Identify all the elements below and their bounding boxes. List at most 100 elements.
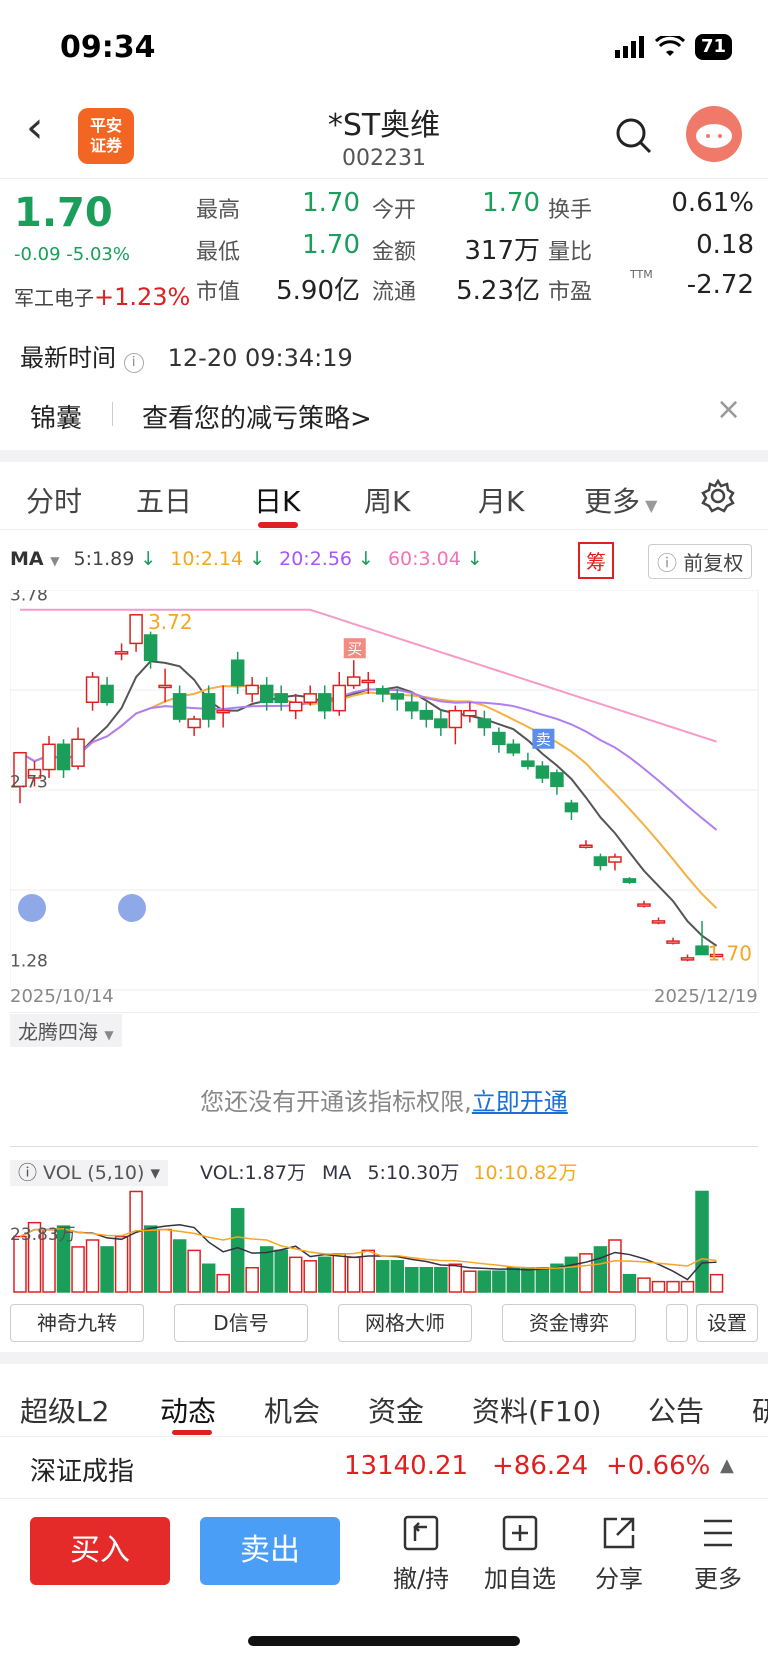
volume-bar	[390, 1260, 405, 1293]
candle-body	[347, 676, 361, 687]
indicator-selector[interactable]: 龙腾四海 ▼	[10, 1014, 122, 1047]
volume-bar	[274, 1249, 288, 1293]
indicator-settings-button[interactable]: 设置	[696, 1304, 758, 1342]
add-watchlist-button[interactable]: 加自选	[480, 1513, 560, 1594]
y-tick-label: 1.28	[10, 952, 48, 972]
tab-funds[interactable]: 资金	[368, 1390, 424, 1430]
chip-button[interactable]: 筹	[578, 542, 614, 579]
tab-monthly-k[interactable]: 月K	[478, 480, 524, 520]
candle-body	[651, 920, 666, 924]
quote-label: 量比	[548, 240, 593, 265]
candle-body	[463, 709, 477, 717]
volume-bar	[347, 1256, 361, 1293]
candle-body	[245, 684, 259, 695]
candle-body	[114, 651, 129, 655]
candle-body	[56, 743, 71, 771]
candle-body	[332, 684, 346, 712]
indicator-button-grid[interactable]: 网格大师	[338, 1304, 472, 1342]
tab-research[interactable]: 研	[752, 1390, 768, 1430]
settings-gear-icon[interactable]	[700, 478, 736, 514]
candle-body	[317, 693, 332, 712]
candle-body	[419, 709, 434, 720]
current-price: 1.70	[14, 190, 113, 236]
indicator-lock-text: 您还没有开通该指标权限,立即开通	[200, 1088, 568, 1116]
candle-body	[187, 718, 201, 729]
ma-selector[interactable]: MA ▼	[10, 548, 59, 570]
candle-body	[695, 945, 709, 956]
tab-fenshi[interactable]: 分时	[26, 480, 82, 520]
candle-body	[506, 743, 521, 754]
volume-bar	[419, 1266, 434, 1293]
candle-body	[608, 856, 622, 863]
cancel-hold-button[interactable]: 撤/持	[381, 1513, 461, 1594]
volume-bar	[172, 1239, 187, 1293]
wifi-icon	[654, 36, 685, 56]
quote-value: 5.23亿	[456, 276, 540, 306]
volume-bar	[434, 1266, 448, 1293]
candle-body	[303, 693, 317, 704]
tab-weekly-k[interactable]: 周K	[364, 480, 410, 520]
volume-bar	[637, 1277, 651, 1293]
sell-button[interactable]: 卖出	[200, 1517, 340, 1585]
indicator-button-capital[interactable]: 资金博弈	[502, 1304, 636, 1342]
sector-change[interactable]: 军工电子+1.23%	[14, 282, 190, 311]
quote-label: 最高	[196, 198, 241, 223]
candle-body	[259, 684, 274, 704]
volume-bar	[332, 1253, 346, 1293]
volume-bar	[376, 1260, 390, 1293]
volume-bar	[158, 1228, 172, 1293]
info-icon: i	[123, 353, 144, 373]
volume-bar	[114, 1235, 129, 1293]
volume-bar	[564, 1256, 579, 1293]
candle-body	[579, 844, 593, 848]
volume-bar	[100, 1246, 114, 1293]
tab-announcement[interactable]: 公告	[648, 1390, 704, 1430]
index-ticker[interactable]: 深证成指 13140.21 +86.24 +0.66% ▲	[0, 1436, 768, 1498]
indicator-button-hidden[interactable]	[666, 1304, 688, 1342]
tab-opportunity[interactable]: 机会	[264, 1390, 320, 1430]
quote-label: 今开	[372, 198, 417, 223]
volume-bar	[216, 1273, 230, 1293]
search-icon[interactable]	[614, 116, 654, 156]
tab-l2[interactable]: 超级L2	[20, 1390, 109, 1430]
candle-body	[680, 957, 695, 961]
indicator-button-dsignal[interactable]: D信号	[174, 1304, 308, 1342]
close-icon[interactable]: ×	[716, 392, 741, 427]
tip-banner[interactable]: 锦囊 查看您的减亏策略> ×	[0, 384, 768, 450]
candle-body	[216, 709, 230, 714]
tab-more[interactable]: 更多 ▼	[584, 480, 657, 520]
tab-f10[interactable]: 资料(F10)	[472, 1390, 602, 1430]
buy-button[interactable]: 买入	[30, 1517, 170, 1585]
candle-body	[492, 731, 506, 746]
candle-body	[274, 693, 288, 704]
tab-5day[interactable]: 五日	[136, 480, 192, 520]
kline-chart[interactable]: 3.78 2.73 1.28 3.72 1.70 买卖	[10, 590, 760, 1010]
assistant-avatar[interactable]	[686, 106, 742, 162]
volume-bar	[245, 1266, 259, 1293]
quote-value: 0.18	[696, 230, 754, 260]
price-change: -0.09 -5.03%	[14, 244, 130, 265]
quote-value: 1.70	[482, 188, 540, 218]
volume-bar	[129, 1190, 143, 1293]
tip-tag: 锦囊	[30, 404, 83, 434]
buy-marker-label: 买	[347, 640, 362, 658]
trade-footer: 买入 卖出 撤/持 加自选 分享 更多	[0, 1498, 768, 1618]
sell-marker-label: 卖	[536, 731, 551, 749]
volume-bar	[709, 1273, 724, 1293]
candle-body	[361, 679, 376, 684]
expand-up-icon: ▲	[720, 1455, 734, 1476]
quote-value: 317万	[464, 236, 540, 266]
tab-daily-k[interactable]: 日K	[254, 480, 300, 520]
indicator-button-jiuzhuan[interactable]: 神奇九转	[10, 1304, 144, 1342]
vol-selector[interactable]: ⓘ VOL (5,10) ▾	[10, 1160, 168, 1186]
menu-icon	[704, 1519, 732, 1547]
tab-dynamic[interactable]: 动态	[160, 1390, 216, 1430]
open-permission-link[interactable]: 立即开通	[472, 1088, 568, 1116]
candle-body	[550, 772, 564, 788]
price-adjust-button[interactable]: ⓘ 前复权	[648, 544, 753, 579]
volume-bar	[71, 1246, 85, 1293]
quote-label: 最低	[196, 240, 241, 265]
share-button[interactable]: 分享	[579, 1513, 659, 1594]
more-button[interactable]: 更多	[678, 1513, 758, 1594]
candle-body	[172, 693, 187, 720]
